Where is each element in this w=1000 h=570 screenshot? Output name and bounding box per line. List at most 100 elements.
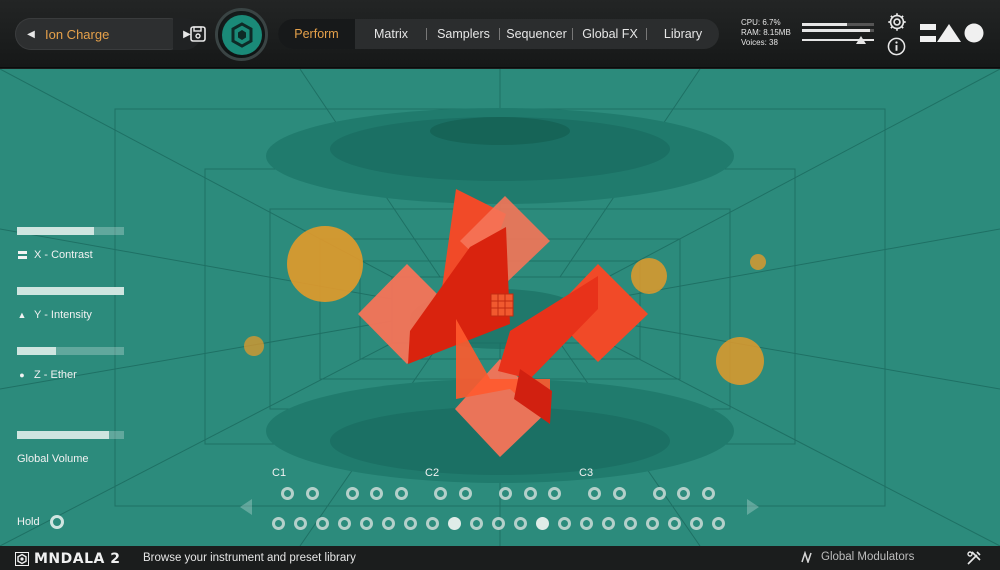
modulator-wave-icon bbox=[801, 551, 812, 563]
note-key[interactable] bbox=[459, 487, 472, 500]
slider-fill bbox=[17, 431, 110, 439]
gear-icon[interactable] bbox=[886, 11, 908, 33]
slider-label-row: ▲ Y - Intensity bbox=[17, 309, 127, 321]
note-key[interactable] bbox=[470, 517, 483, 530]
note-key[interactable] bbox=[624, 517, 637, 530]
meter-bar-l bbox=[802, 23, 847, 26]
slider-label-row: Global Volume bbox=[17, 453, 127, 465]
tab-library[interactable]: Library bbox=[647, 19, 719, 49]
top-disc bbox=[266, 108, 734, 204]
mandala-visualizer[interactable] bbox=[0, 69, 1000, 546]
tab-label: Sequencer bbox=[506, 27, 567, 41]
note-key[interactable] bbox=[580, 517, 593, 530]
note-key[interactable] bbox=[690, 517, 703, 530]
slider-label: Global Volume bbox=[17, 453, 89, 465]
note-key[interactable] bbox=[370, 487, 383, 500]
global-modulators-label: Global Modulators bbox=[821, 551, 915, 563]
note-key[interactable] bbox=[536, 517, 549, 530]
hold-toggle[interactable]: Hold bbox=[17, 515, 64, 529]
note-key[interactable] bbox=[702, 487, 715, 500]
note-key[interactable] bbox=[677, 487, 690, 500]
slider-track[interactable] bbox=[17, 227, 124, 235]
note-key[interactable] bbox=[346, 487, 359, 500]
top-bar: ◀ Ion Charge ▶ Perform Matrix Samplers Sequ… bbox=[0, 0, 1000, 68]
note-key[interactable] bbox=[558, 517, 571, 530]
slider-track[interactable] bbox=[17, 347, 124, 355]
note-key[interactable] bbox=[499, 487, 512, 500]
slider-x-contrast[interactable]: X - Contrast bbox=[17, 227, 127, 261]
save-icon[interactable] bbox=[189, 25, 207, 43]
slider-global-volume[interactable]: Global Volume bbox=[17, 431, 127, 465]
note-key[interactable] bbox=[382, 517, 395, 530]
note-key[interactable] bbox=[524, 487, 537, 500]
chevron-left-icon[interactable]: ◀ bbox=[19, 18, 43, 50]
footer-bar: MNDALA 2 Browse your instrument and pres… bbox=[0, 546, 1000, 570]
note-key[interactable] bbox=[514, 517, 527, 530]
slider-label-row: X - Contrast bbox=[17, 249, 127, 261]
hold-label: Hold bbox=[17, 516, 40, 528]
app-name: MNDALA 2 bbox=[34, 551, 121, 567]
note-key[interactable] bbox=[395, 487, 408, 500]
note-key[interactable] bbox=[653, 487, 666, 500]
ram-stat: RAM: 8.15MB bbox=[741, 28, 791, 37]
tab-label: Library bbox=[663, 27, 703, 41]
info-icon[interactable] bbox=[887, 37, 906, 56]
slider-fill bbox=[17, 347, 56, 355]
note-key[interactable] bbox=[281, 487, 294, 500]
mndala-hex-logo-icon bbox=[15, 552, 29, 566]
octave-label: C1 bbox=[272, 467, 287, 479]
footer-logo[interactable]: MNDALA 2 bbox=[15, 551, 120, 567]
note-key[interactable] bbox=[316, 517, 329, 530]
performance-stats: CPU: 6.7% RAM: 8.15MB Voices: 38 bbox=[741, 18, 791, 48]
meter-bar-r bbox=[802, 29, 871, 32]
note-key[interactable] bbox=[492, 517, 505, 530]
slider-z-ether[interactable]: ● Z - Ether bbox=[17, 347, 127, 381]
octave-up-arrow-icon[interactable] bbox=[747, 499, 759, 515]
note-key[interactable] bbox=[588, 487, 601, 500]
slider-y-intensity[interactable]: ▲ Y - Intensity bbox=[17, 287, 127, 321]
slider-track[interactable] bbox=[17, 431, 124, 439]
note-key[interactable] bbox=[613, 487, 626, 500]
preset-name[interactable]: Ion Charge bbox=[45, 27, 175, 42]
slider-track[interactable] bbox=[17, 287, 124, 295]
tab-perform[interactable]: Perform bbox=[278, 19, 355, 49]
tab-sequencer[interactable]: Sequencer bbox=[500, 19, 573, 49]
hold-switch[interactable] bbox=[49, 515, 64, 529]
note-key[interactable] bbox=[294, 517, 307, 530]
note-key[interactable] bbox=[646, 517, 659, 530]
note-key[interactable] bbox=[602, 517, 615, 530]
tab-samplers[interactable]: Samplers bbox=[427, 19, 500, 49]
octave-label: C2 bbox=[425, 467, 440, 479]
note-key[interactable] bbox=[712, 517, 725, 530]
tab-label: Matrix bbox=[373, 27, 409, 41]
tools-icon[interactable] bbox=[966, 550, 982, 566]
brand-logo-icon bbox=[920, 23, 984, 43]
voices-stat: Voices: 38 bbox=[741, 38, 778, 47]
mndala-hex-logo-icon[interactable] bbox=[215, 8, 268, 61]
octave-label: C3 bbox=[579, 467, 594, 479]
note-key[interactable] bbox=[360, 517, 373, 530]
slider-label: Z - Ether bbox=[34, 369, 77, 381]
slider-label: Y - Intensity bbox=[34, 309, 92, 321]
slider-fill bbox=[17, 227, 95, 235]
note-key[interactable] bbox=[434, 487, 447, 500]
octave-down-arrow-icon[interactable] bbox=[240, 499, 252, 515]
cpu-stat: CPU: 6.7% bbox=[741, 18, 781, 27]
note-key[interactable] bbox=[404, 517, 417, 530]
global-modulators-button[interactable]: Global Modulators bbox=[801, 551, 914, 563]
tab-label: Perform bbox=[294, 27, 339, 41]
main-tabs: Perform Matrix Samplers Sequencer Global FX L… bbox=[278, 19, 719, 49]
note-key[interactable] bbox=[306, 487, 319, 500]
note-key[interactable] bbox=[548, 487, 561, 500]
tab-matrix[interactable]: Matrix bbox=[355, 19, 427, 49]
note-key[interactable] bbox=[426, 517, 439, 530]
note-key[interactable] bbox=[668, 517, 681, 530]
tab-global-fx[interactable]: Global FX bbox=[573, 19, 647, 49]
note-key[interactable] bbox=[272, 517, 285, 530]
note-key[interactable] bbox=[448, 517, 461, 530]
note-key[interactable] bbox=[338, 517, 351, 530]
perform-stage: X - Contrast ▲ Y - Intensity ● Z - Ether Glob… bbox=[0, 69, 1000, 546]
volume-thumb-icon[interactable] bbox=[856, 36, 867, 44]
output-meter[interactable] bbox=[802, 21, 874, 47]
preset-selector[interactable]: ◀ Ion Charge ▶ bbox=[15, 18, 201, 50]
